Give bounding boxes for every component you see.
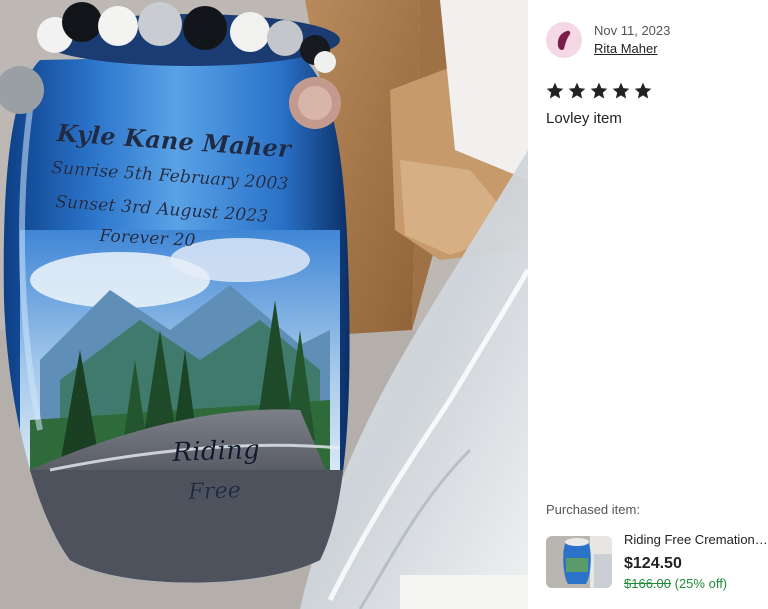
purchased-item-discount-line: $166.00 (25% off) — [624, 576, 727, 591]
purchased-item-original-price: $166.00 — [624, 576, 671, 591]
review-panel: Nov 11, 2023 Rita Maher Lovley item Purc… — [528, 0, 768, 609]
review-text: Lovley item — [546, 110, 622, 127]
star-icon — [546, 82, 564, 99]
star-icon — [590, 82, 608, 99]
star-icon — [612, 82, 630, 99]
purchased-item-title-link[interactable]: Riding Free Cremation Urn — [624, 532, 768, 547]
product-thumbnail-image — [546, 536, 612, 588]
purchased-item-thumbnail[interactable] — [546, 536, 612, 588]
review-date: Nov 11, 2023 — [594, 23, 671, 38]
urn-design-text-riding: Riding — [172, 434, 261, 468]
star-icon — [634, 82, 652, 99]
reviewer-name-link[interactable]: Rita Maher — [594, 41, 658, 56]
review-photo[interactable]: Kyle Kane Maher Sunrise 5th February 200… — [0, 0, 528, 609]
review-viewer: Kyle Kane Maher Sunrise 5th February 200… — [0, 0, 768, 609]
reviewer-avatar-icon[interactable] — [546, 22, 582, 58]
star-rating — [545, 81, 653, 101]
star-icon — [568, 82, 586, 99]
avatar-glyph-icon — [557, 30, 571, 50]
purchased-item-label: Purchased item: — [546, 502, 640, 517]
urn-design-text-free: Free — [188, 478, 242, 505]
purchased-item-discount: (25% off) — [674, 576, 728, 591]
purchased-item-price: $124.50 — [624, 555, 682, 572]
urn-photo-graphic — [0, 0, 528, 609]
